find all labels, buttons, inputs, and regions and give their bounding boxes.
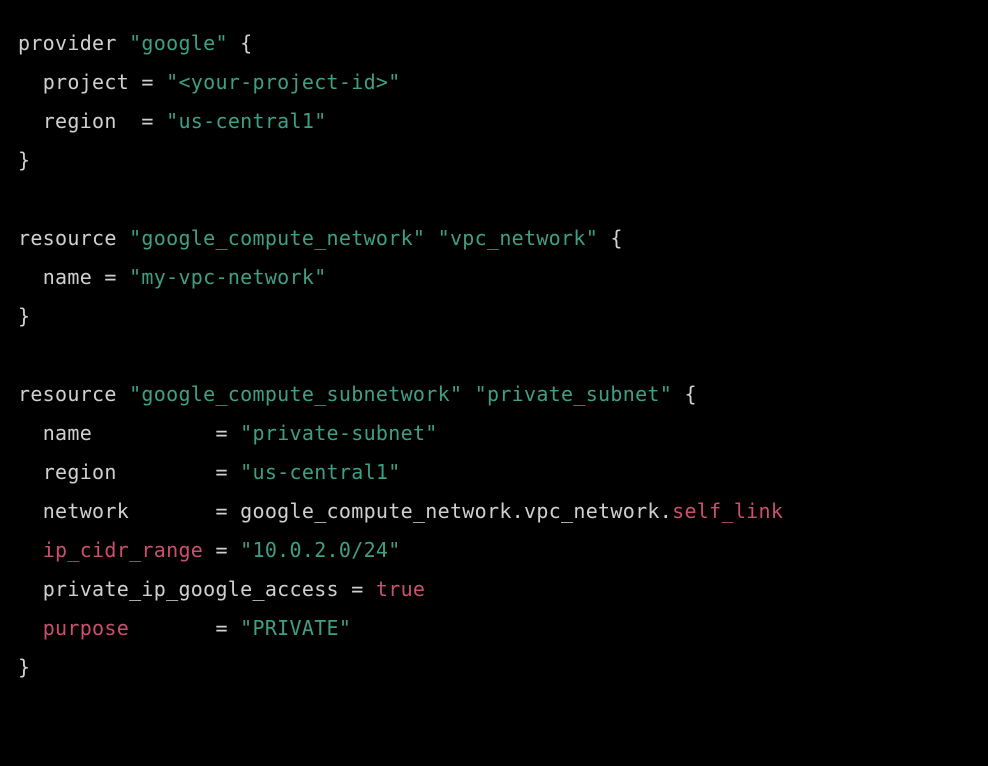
string-google: "google" bbox=[129, 31, 228, 55]
attr-region: region bbox=[43, 109, 117, 133]
equals: = bbox=[215, 460, 227, 484]
equals: = bbox=[215, 616, 227, 640]
ref-network-name: vpc_network bbox=[524, 499, 660, 523]
ref-self-link: self_link bbox=[672, 499, 783, 523]
string-resource-name: "vpc_network" bbox=[438, 226, 598, 250]
brace-open: { bbox=[684, 382, 696, 406]
brace-close: } bbox=[18, 148, 30, 172]
string-cidr: "10.0.2.0/24" bbox=[240, 538, 400, 562]
attr-region: region bbox=[43, 460, 117, 484]
string-subnet-name: "private-subnet" bbox=[240, 421, 437, 445]
brace-close: } bbox=[18, 655, 30, 679]
dot: . bbox=[660, 499, 672, 523]
equals: = bbox=[215, 538, 227, 562]
string-resource-type: "google_compute_subnetwork" bbox=[129, 382, 462, 406]
dot: . bbox=[512, 499, 524, 523]
equals: = bbox=[215, 421, 227, 445]
attr-purpose: purpose bbox=[43, 616, 129, 640]
attr-project: project bbox=[43, 70, 129, 94]
equals: = bbox=[215, 499, 227, 523]
bool-true: true bbox=[376, 577, 425, 601]
keyword-resource: resource bbox=[18, 226, 117, 250]
string-region: "us-central1" bbox=[240, 460, 400, 484]
string-vpc-name: "my-vpc-network" bbox=[129, 265, 326, 289]
brace-close: } bbox=[18, 304, 30, 328]
attr-private-ip-google-access: private_ip_google_access bbox=[43, 577, 339, 601]
equals: = bbox=[351, 577, 363, 601]
string-private: "PRIVATE" bbox=[240, 616, 351, 640]
string-region: "us-central1" bbox=[166, 109, 326, 133]
brace-open: { bbox=[240, 31, 252, 55]
keyword-resource: resource bbox=[18, 382, 117, 406]
ref-network-type: google_compute_network bbox=[240, 499, 512, 523]
string-resource-name: "private_subnet" bbox=[475, 382, 672, 406]
attr-name: name bbox=[43, 421, 92, 445]
string-resource-type: "google_compute_network" bbox=[129, 226, 425, 250]
attr-network: network bbox=[43, 499, 129, 523]
equals: = bbox=[141, 70, 153, 94]
equals: = bbox=[104, 265, 116, 289]
terraform-code-block: provider "google" { project = "<your-pro… bbox=[0, 0, 988, 711]
equals: = bbox=[141, 109, 153, 133]
attr-ip-cidr-range: ip_cidr_range bbox=[43, 538, 203, 562]
keyword-provider: provider bbox=[18, 31, 117, 55]
brace-open: { bbox=[610, 226, 622, 250]
string-project-id: "<your-project-id>" bbox=[166, 70, 400, 94]
attr-name: name bbox=[43, 265, 92, 289]
